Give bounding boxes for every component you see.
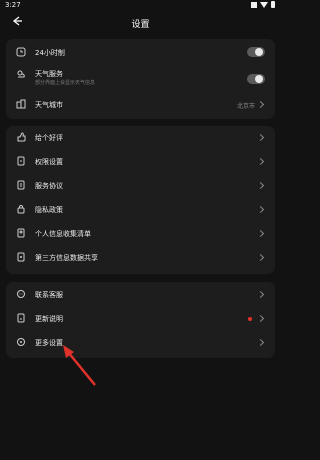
status-time: 3:27 [5,1,21,9]
person-card-icon [17,228,25,238]
clock-icon [16,47,26,57]
row-label: 更多设置 [35,339,63,347]
row-rate-app[interactable]: 给个好评 [6,126,275,150]
row-service-agreement[interactable]: 服务协议 [6,174,275,198]
row-label: 个人信息收集清单 [35,230,91,238]
share-document-icon [17,252,25,262]
row-label: 权限设置 [35,158,63,166]
more-settings-icon [17,338,25,346]
chat-icon [17,290,25,298]
wifi-icon [260,1,268,8]
row-weather-city[interactable]: 天气城市 北京市 [6,93,275,117]
row-subtitle: 部分界面上会显示天气信息 [35,80,96,86]
page-title: 设置 [131,20,150,30]
chevron-right-icon [256,290,265,299]
new-badge [248,317,252,321]
status-bar: 3:27 [0,0,281,10]
toggle-24-hour[interactable] [247,47,265,57]
lock-icon [17,205,25,214]
row-permission-settings[interactable]: 权限设置 [6,150,275,174]
chevron-right-icon [256,205,265,214]
header: 设置 [0,12,281,34]
row-label: 天气城市 [35,101,63,109]
row-label: 联系客服 [35,291,63,299]
chevron-right-icon [256,338,265,347]
weather-icon [17,70,25,78]
row-label: 隐私政策 [35,206,63,214]
row-24-hour-format[interactable]: 24小时制 [6,41,275,65]
status-icons [251,1,275,8]
toggle-weather-service[interactable] [247,74,265,84]
settings-group-about: 给个好评 权限设置 服务协议 隐私政策 个人信息收集清单 第三方信息数据共享 [6,126,275,274]
chevron-right-icon [256,229,265,238]
city-value: 北京市 [236,103,255,110]
chevron-right-icon [256,100,265,109]
row-personal-info-list[interactable]: 个人信息收集清单 [6,222,275,246]
row-third-party-sharing[interactable]: 第三方信息数据共享 [6,246,275,270]
row-label: 24小时制 [35,49,65,57]
thumbs-up-icon [17,132,26,142]
row-label: 第三方信息数据共享 [35,254,98,262]
row-label: 更新说明 [35,315,63,323]
chevron-right-icon [256,253,265,262]
row-weather-service[interactable]: 天气服务 部分界面上会显示天气信息 [6,65,275,93]
row-customer-service[interactable]: 联系客服 [6,283,275,307]
chevron-right-icon [256,157,265,166]
building-icon [16,99,26,109]
update-icon [17,313,25,323]
row-privacy-policy[interactable]: 隐私政策 [6,198,275,222]
settings-group-general: 24小时制 天气服务 部分界面上会显示天气信息 天气城市 北京市 [6,39,275,119]
settings-group-support: 联系客服 更新说明 更多设置 [6,282,275,358]
shield-icon [17,156,25,166]
row-release-notes[interactable]: 更新说明 [6,307,275,331]
row-label: 天气服务 [35,70,63,78]
chevron-right-icon [256,314,265,323]
battery-icon [271,1,275,8]
document-icon [17,180,25,190]
row-label: 服务协议 [35,182,63,190]
row-label: 给个好评 [35,134,63,142]
chevron-right-icon [256,181,265,190]
notification-icon [251,1,257,8]
chevron-right-icon [256,133,265,142]
row-more-settings[interactable]: 更多设置 [6,331,275,355]
